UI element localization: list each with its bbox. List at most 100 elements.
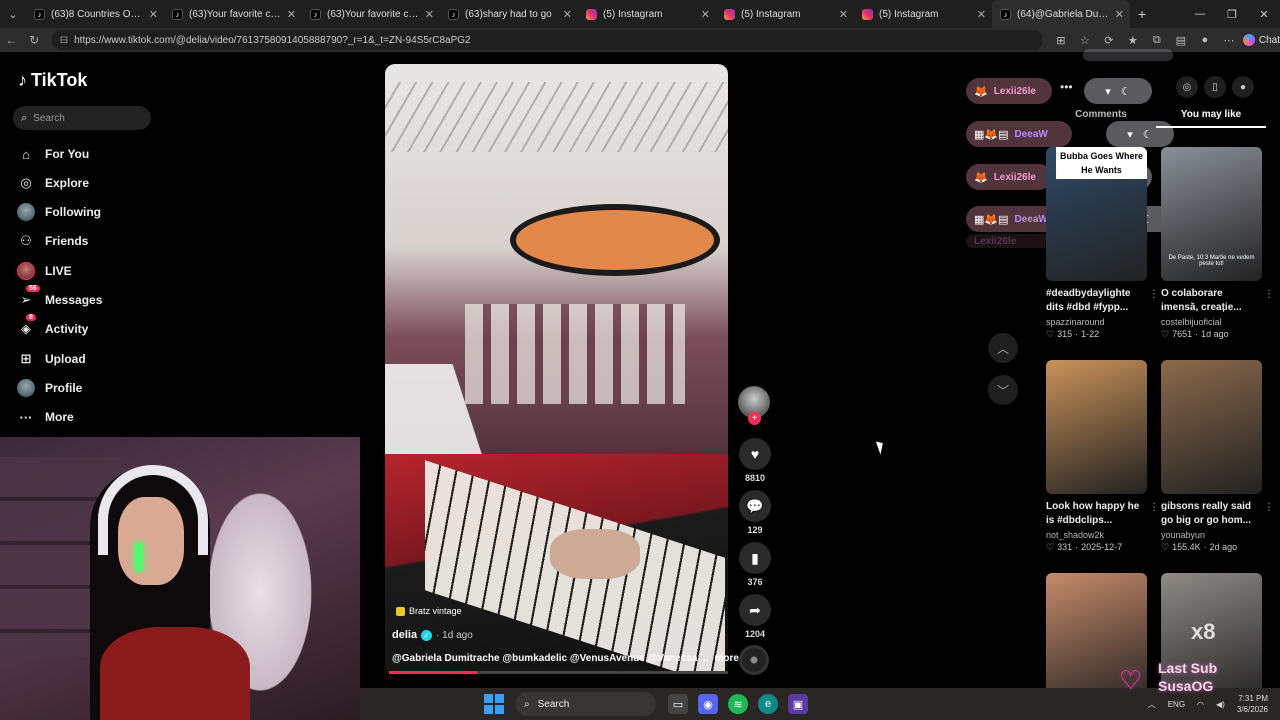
close-tab-icon[interactable]: ✕ [287, 8, 296, 21]
follow-plus-icon[interactable]: + [748, 412, 761, 425]
card-title[interactable]: Look how happy he is #dbdclips... [1046, 500, 1147, 528]
search-box[interactable]: ⌕ [13, 106, 151, 130]
sidebar-item-more[interactable]: ··· More [17, 406, 74, 428]
volume-icon[interactable]: ◀) [1216, 700, 1225, 709]
phone-icon[interactable]: ▯ [1204, 76, 1226, 98]
favorites-icon[interactable]: ★ [1123, 34, 1143, 47]
compass-small-icon[interactable]: ◎ [1176, 76, 1198, 98]
sync-icon[interactable]: ⟳ [1099, 34, 1119, 47]
tray-chevron-icon[interactable]: ︿ [1148, 699, 1156, 710]
author-name[interactable]: delia [392, 629, 417, 641]
window-controls: — ❐ ✕ [1184, 8, 1280, 21]
close-tab-icon[interactable]: ✕ [563, 8, 572, 21]
sidebar-item-for-you[interactable]: ⌂ For You [17, 143, 89, 165]
music-tag[interactable]: Bratz vintage [396, 606, 462, 616]
minimize-icon[interactable]: — [1184, 8, 1216, 21]
comment-action[interactable]: 💬 129 [739, 490, 771, 535]
like-action[interactable]: ♥ 8810 [739, 438, 771, 483]
taskbar-search[interactable]: ⌕ Search [516, 692, 656, 716]
caption-more-link[interactable]: more [715, 653, 739, 664]
profile-avatar-icon[interactable]: ● [1195, 34, 1215, 47]
sidebar-item-live[interactable]: LIVE [17, 260, 72, 282]
sidebar-item-label: For You [45, 147, 90, 161]
card-more-icon[interactable]: ⋮ [1264, 289, 1274, 300]
sidebar-item-explore[interactable]: ◎ Explore [17, 172, 89, 194]
close-tab-icon[interactable]: ✕ [839, 8, 848, 21]
sidebar-item-friends[interactable]: ⚇ Friends [17, 230, 88, 252]
card-more-icon[interactable]: ⋮ [1149, 289, 1159, 300]
video-thumbnail[interactable] [1046, 360, 1147, 494]
close-tab-icon[interactable]: ✕ [977, 8, 986, 21]
tiktok-icon: ♪ [1000, 8, 1011, 20]
collections-icon[interactable]: ▤ [1171, 34, 1191, 47]
card-title[interactable]: gibsons really said go big or go hom... [1161, 500, 1262, 528]
recommended-video-card[interactable]: ⋮ Look how happy he is #dbdclips... not_sh… [1046, 360, 1159, 553]
card-more-icon[interactable]: ⋮ [1149, 502, 1159, 513]
sidebar-item-activity[interactable]: ◈ 8 Activity [17, 314, 88, 340]
url-field[interactable]: ⊟ https://www.tiktok.com/@delia/video/76… [51, 30, 1043, 50]
tab-you-may-like[interactable]: You may like [1156, 109, 1266, 128]
sidebar-item-upload[interactable]: ⊞ Upload [17, 348, 86, 370]
copilot-chat-button[interactable]: Chat [1242, 34, 1280, 46]
browser-tab[interactable]: ♪ (63)shary had to go ✕ [440, 0, 578, 28]
edge-icon[interactable]: e [758, 694, 778, 714]
spotify-icon[interactable]: ≋ [728, 694, 748, 714]
windows-start-icon[interactable] [484, 694, 504, 714]
browser-tab[interactable]: (5) Instagram ✕ [854, 0, 992, 28]
back-icon[interactable]: ← [0, 33, 23, 47]
tab-actions-menu[interactable]: ⌄ [0, 0, 26, 28]
tiktok-logo[interactable]: ♪ TikTok [18, 70, 87, 91]
taskbar-clock[interactable]: 7:31 PM 3/6/2026 [1237, 693, 1268, 715]
favorite-star-icon[interactable]: ☆ [1075, 34, 1095, 47]
sidebar-item-following[interactable]: Following [17, 201, 101, 223]
new-tab-button[interactable]: + [1130, 6, 1154, 22]
share-action[interactable]: ➦ 1204 [739, 594, 771, 639]
video-player[interactable] [385, 64, 728, 674]
obs-icon[interactable]: ▣ [788, 694, 808, 714]
file-explorer-icon[interactable]: ▭ [668, 694, 688, 714]
card-username[interactable]: younabyun [1161, 530, 1262, 540]
card-title[interactable]: O colaborare imensă, creație... [1161, 287, 1262, 315]
save-action[interactable]: ▮ 376 [739, 542, 771, 587]
browser-tab[interactable]: ♪ (63)8 Countries Offering Mo ✕ [26, 0, 164, 28]
close-tab-icon[interactable]: ✕ [149, 8, 158, 21]
browser-tab[interactable]: ♪ (63)Your favorite color isn't ✕ [164, 0, 302, 28]
previous-video-button[interactable]: ︿ [988, 333, 1018, 363]
sidebar-item-messages[interactable]: ➢ 56 Messages [17, 285, 102, 311]
sound-disc[interactable] [739, 645, 769, 675]
close-tab-icon[interactable]: ✕ [1115, 8, 1124, 21]
close-tab-icon[interactable]: ✕ [425, 8, 434, 21]
reader-icon[interactable]: ⊞ [1051, 34, 1071, 47]
video-thumbnail[interactable] [1161, 360, 1262, 494]
browser-tab[interactable]: ♪ (63)Your favorite color isn't ✕ [302, 0, 440, 28]
card-more-icon[interactable]: ⋮ [1264, 502, 1274, 513]
next-video-button[interactable]: ﹀ [988, 375, 1018, 405]
settings-more-icon[interactable]: ⋯ [1219, 34, 1239, 47]
sidebar-item-profile[interactable]: Profile [17, 377, 82, 399]
browser-tab[interactable]: ♪ (64)@Gabriela Dumitrache ✕ [992, 0, 1130, 28]
card-username[interactable]: spazzinaround [1046, 317, 1147, 327]
refresh-icon[interactable]: ↻ [23, 33, 46, 47]
close-tab-icon[interactable]: ✕ [701, 8, 710, 21]
video-progress-bar[interactable] [389, 671, 728, 674]
tab-comments[interactable]: Comments [1046, 109, 1156, 128]
language-indicator[interactable]: ENG [1168, 700, 1185, 709]
card-username[interactable]: costelbijuoficial [1161, 317, 1262, 327]
card-title[interactable]: #deadbydaylighte dits #dbd #fypp... [1046, 287, 1147, 315]
video-thumbnail[interactable]: Bubba Goes Where He Wants [1046, 147, 1147, 281]
restore-icon[interactable]: ❐ [1216, 8, 1248, 21]
discord-icon[interactable]: ◉ [698, 694, 718, 714]
recommended-video-card[interactable]: De Paste, 10:3 Martie ne vedem peste tot… [1161, 147, 1274, 340]
search-input[interactable] [33, 112, 134, 124]
browser-tab[interactable]: (5) Instagram ✕ [578, 0, 716, 28]
recommended-video-card[interactable]: ⋮ gibsons really said go big or go hom...… [1161, 360, 1274, 553]
card-username[interactable]: not_shadow2k [1046, 530, 1147, 540]
extensions-icon[interactable]: ⧉ [1147, 34, 1167, 47]
recommended-video-card[interactable]: Bubba Goes Where He Wants ⋮ #deadbydayligh… [1046, 147, 1159, 340]
close-window-icon[interactable]: ✕ [1248, 8, 1280, 21]
wifi-icon[interactable]: ◠ [1197, 700, 1204, 709]
user-avatar-icon[interactable]: ● [1232, 76, 1254, 98]
site-info-icon[interactable]: ⊟ [60, 35, 68, 46]
browser-tab[interactable]: (5) Instagram ✕ [716, 0, 854, 28]
video-thumbnail[interactable]: De Paste, 10:3 Martie ne vedem peste tot… [1161, 147, 1262, 281]
